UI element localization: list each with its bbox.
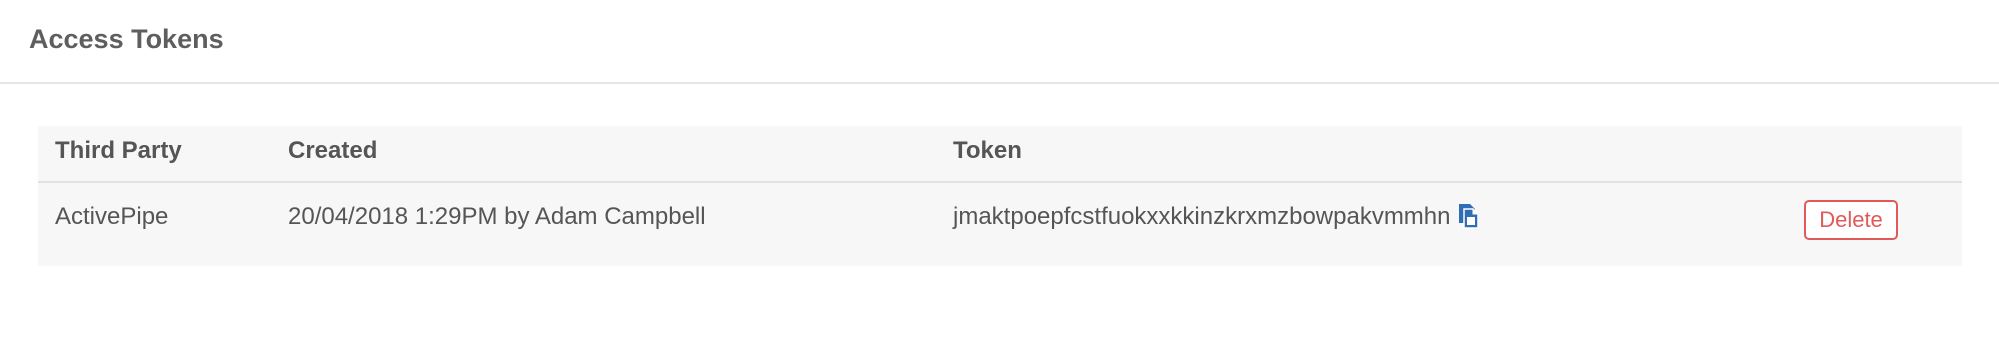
token-value: jmaktpoepfcstfuokxxkkinzkrxmzbowpakvmmhn	[953, 203, 1451, 230]
table-row: ActivePipe 20/04/2018 1:29PM by Adam Cam…	[38, 183, 1962, 266]
created-cell: 20/04/2018 1:29PM by Adam Campbell	[288, 203, 706, 230]
page-title: Access Tokens	[29, 24, 224, 54]
panel-header: Access Tokens	[0, 0, 1999, 84]
column-header-third-party: Third Party	[55, 137, 182, 164]
column-header-created: Created	[288, 137, 378, 164]
access-tokens-table: Third Party Created Token ActivePipe 20/…	[38, 126, 1962, 266]
delete-button[interactable]: Delete	[1804, 200, 1898, 240]
column-header-token: Token	[953, 137, 1022, 164]
copy-icon[interactable]	[1457, 203, 1481, 229]
third-party-cell: ActivePipe	[55, 203, 169, 230]
token-cell: jmaktpoepfcstfuokxxkkinzkrxmzbowpakvmmhn	[953, 202, 1481, 232]
table-header-row: Third Party Created Token	[38, 126, 1962, 183]
